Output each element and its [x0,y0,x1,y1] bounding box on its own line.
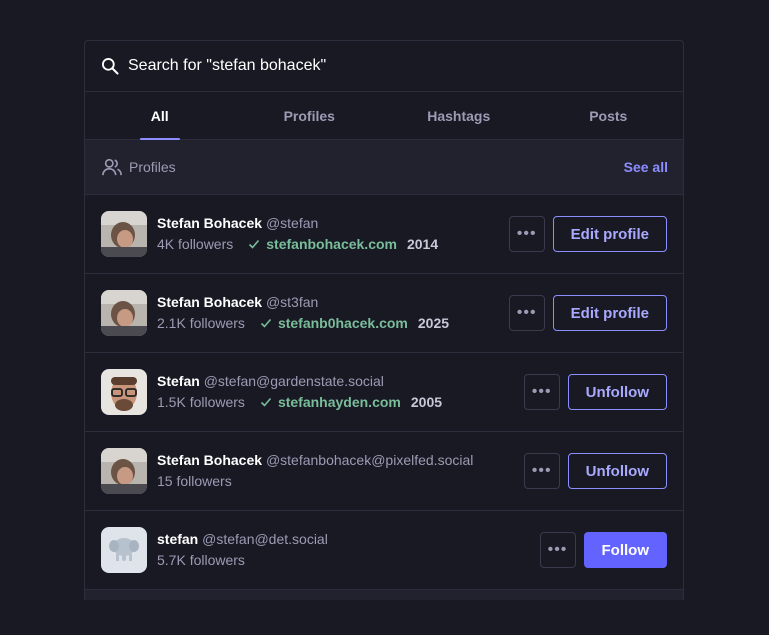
avatar[interactable] [101,369,147,415]
profile-row[interactable]: stefan @stefan@det.social 5.7K followers… [85,511,683,590]
verified-link-text: stefanhayden.com [277,394,401,410]
edit-profile-button[interactable]: Edit profile [552,295,667,331]
search-icon [102,57,119,75]
section-footer [85,590,683,600]
profile-row[interactable]: Stefan Bohacek @st3fan 2.1K followers st… [85,274,683,353]
followers-count: 2.1K followers [157,315,245,331]
profile-name-line: Stefan Bohacek @st3fan [157,292,509,312]
check-icon [260,318,272,328]
profile-name-line: Stefan @stefan@gardenstate.social [157,371,524,391]
more-options-button[interactable]: ••• [508,295,545,331]
avatar-photo [101,448,147,494]
profile-meta-line: 4K followers stefanbohacek.com 2014 [157,233,509,255]
search-bar[interactable]: Search for "stefan bohacek" [85,41,683,92]
profile-name[interactable]: Stefan Bohacek [157,215,262,231]
search-results-panel: Search for "stefan bohacek" All Profiles… [84,40,684,600]
search-query: Search for "stefan bohacek" [128,57,327,74]
avatar-photo [101,369,147,415]
tab-all[interactable]: All [85,92,235,140]
default-avatar-elephant [101,527,147,573]
avatar[interactable] [101,448,147,494]
check-icon [249,239,260,249]
avatar[interactable] [101,290,147,336]
profile-name-line: Stefan Bohacek @stefan [157,213,509,233]
followers-count: 1.5K followers [157,394,245,410]
joined-year: 2014 [406,236,439,252]
people-icon [102,158,122,176]
profile-info: Stefan Bohacek @st3fan 2.1K followers st… [157,292,509,334]
more-options-button[interactable]: ••• [523,374,560,410]
profile-row[interactable]: Stefan @stefan@gardenstate.social 1.5K f… [85,353,683,432]
profile-handle: @stefan@det.social [202,531,328,547]
check-icon [260,397,272,407]
section-title-wrap: Profiles [101,157,176,177]
profiles-section-header: Profiles See all [85,140,683,195]
avatar[interactable] [101,527,147,573]
edit-profile-button[interactable]: Edit profile [552,216,667,252]
avatar-photo [101,290,147,336]
profile-handle: @st3fan [265,294,319,310]
profile-name-line: Stefan Bohacek @stefanbohacek@pixelfed.s… [157,450,524,470]
section-title: Profiles [129,159,176,175]
profile-info: stefan @stefan@det.social 5.7K followers [157,529,540,571]
more-options-button[interactable]: ••• [508,216,545,252]
verified-link[interactable]: stefanhayden.com [260,391,401,413]
follow-button[interactable]: Follow [583,532,667,568]
verified-link-text: stefanbohacek.com [266,236,397,252]
profile-row[interactable]: Stefan Bohacek @stefanbohacek@pixelfed.s… [85,432,683,511]
tab-posts[interactable]: Posts [534,92,684,139]
profile-name-line: stefan @stefan@det.social [157,529,540,549]
followers-count: 5.7K followers [157,552,245,568]
joined-year: 2005 [410,394,443,410]
profile-meta-line: 15 followers [157,470,524,492]
profile-name[interactable]: stefan [157,531,198,547]
followers-count: 4K followers [157,236,234,252]
profile-info: Stefan @stefan@gardenstate.social 1.5K f… [157,371,524,413]
profile-name[interactable]: Stefan Bohacek [157,452,262,468]
see-all-link[interactable]: See all [624,159,668,175]
profile-handle: @stefan [265,215,319,231]
joined-year: 2025 [417,315,450,331]
result-tabs: All Profiles Hashtags Posts [85,92,683,140]
profile-meta-line: 1.5K followers stefanhayden.com 2005 [157,391,524,413]
profile-handle: @stefanbohacek@pixelfed.social [265,452,474,468]
avatar[interactable] [101,211,147,257]
verified-link[interactable]: stefanbohacek.com [248,233,397,255]
unfollow-button[interactable]: Unfollow [567,453,667,489]
unfollow-button[interactable]: Unfollow [567,374,667,410]
profile-row[interactable]: Stefan Bohacek @stefan 4K followers stef… [85,195,683,274]
verified-link-text: stefanb0hacek.com [277,315,408,331]
profile-info: Stefan Bohacek @stefan 4K followers stef… [157,213,509,255]
profile-meta-line: 5.7K followers [157,549,540,571]
more-options-button[interactable]: ••• [539,532,576,568]
more-options-button[interactable]: ••• [523,453,560,489]
profile-name[interactable]: Stefan [157,373,200,389]
followers-count: 15 followers [157,473,232,489]
profile-handle: @stefan@gardenstate.social [203,373,384,389]
tab-hashtags[interactable]: Hashtags [384,92,534,139]
profile-name[interactable]: Stefan Bohacek [157,294,262,310]
profile-info: Stefan Bohacek @stefanbohacek@pixelfed.s… [157,450,524,492]
verified-link[interactable]: stefanb0hacek.com [260,312,408,334]
profile-meta-line: 2.1K followers stefanb0hacek.com 2025 [157,312,509,334]
avatar-photo [101,211,147,257]
tab-profiles[interactable]: Profiles [235,92,385,139]
